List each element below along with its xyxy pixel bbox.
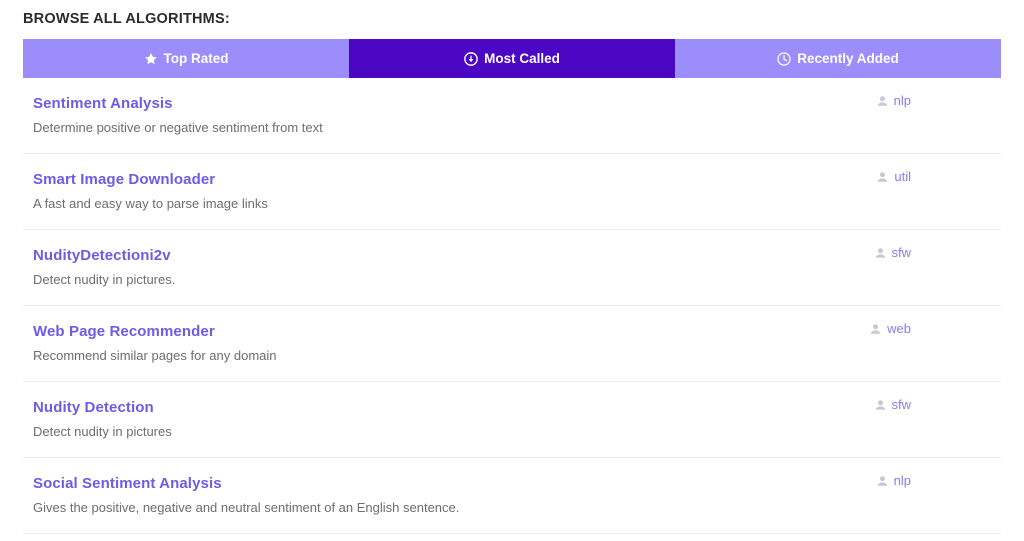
tab-most-called[interactable]: Most Called bbox=[349, 39, 675, 78]
list-item[interactable]: Smart Image Downloader A fast and easy w… bbox=[23, 154, 1001, 230]
star-icon bbox=[144, 52, 158, 66]
algorithm-author-link[interactable]: nlp bbox=[894, 474, 911, 488]
user-icon bbox=[876, 95, 889, 108]
user-icon bbox=[876, 475, 889, 488]
algorithm-author[interactable]: sfw bbox=[874, 246, 912, 260]
tab-recently-added-label: Recently Added bbox=[797, 50, 899, 66]
list-item[interactable]: Sentiment Analysis Determine positive or… bbox=[23, 78, 1001, 154]
algorithm-sort-tabs: Top Rated Most Called Recently Added bbox=[23, 39, 1001, 78]
tab-most-called-label: Most Called bbox=[484, 50, 560, 66]
algorithm-title-link[interactable]: Nudity Detection bbox=[33, 399, 801, 417]
algorithm-description: Detect nudity in pictures bbox=[33, 424, 172, 439]
algorithm-author[interactable]: util bbox=[876, 170, 911, 184]
list-item[interactable]: Social Sentiment Analysis Gives the posi… bbox=[23, 458, 1001, 534]
list-item[interactable]: Web Page Recommender Recommend similar p… bbox=[23, 306, 1001, 382]
algorithm-author[interactable]: nlp bbox=[876, 94, 911, 108]
algorithm-summary: Web Page Recommender Recommend similar p… bbox=[33, 306, 801, 364]
algorithm-summary: Social Sentiment Analysis Gives the posi… bbox=[33, 458, 801, 516]
algorithm-summary: Smart Image Downloader A fast and easy w… bbox=[33, 154, 801, 212]
algorithm-title-link[interactable]: Social Sentiment Analysis bbox=[33, 475, 801, 493]
algorithm-description: Determine positive or negative sentiment… bbox=[33, 120, 323, 135]
algorithm-author-link[interactable]: sfw bbox=[892, 398, 912, 412]
algorithm-summary: Sentiment Analysis Determine positive or… bbox=[33, 78, 801, 136]
algorithm-title-link[interactable]: NudityDetectioni2v bbox=[33, 247, 801, 265]
algorithm-author-link[interactable]: nlp bbox=[894, 94, 911, 108]
algorithm-author-link[interactable]: web bbox=[887, 322, 911, 336]
algorithm-author[interactable]: sfw bbox=[874, 398, 912, 412]
circle-down-arrow-icon bbox=[464, 51, 478, 66]
algorithm-list: Sentiment Analysis Determine positive or… bbox=[23, 78, 1001, 534]
algorithm-description: Gives the positive, negative and neutral… bbox=[33, 500, 460, 515]
algorithm-title-link[interactable]: Smart Image Downloader bbox=[33, 171, 801, 189]
tab-top-rated-label: Top Rated bbox=[163, 50, 229, 66]
algorithm-title-link[interactable]: Web Page Recommender bbox=[33, 323, 801, 341]
tab-recently-added[interactable]: Recently Added bbox=[675, 39, 1001, 78]
algorithm-summary: NudityDetectioni2v Detect nudity in pict… bbox=[33, 230, 801, 288]
user-icon bbox=[876, 171, 889, 184]
algorithm-author[interactable]: web bbox=[869, 322, 911, 336]
tab-top-rated[interactable]: Top Rated bbox=[23, 39, 349, 78]
algorithm-description: Detect nudity in pictures. bbox=[33, 272, 176, 287]
algorithm-title-link[interactable]: Sentiment Analysis bbox=[33, 95, 801, 113]
list-item[interactable]: NudityDetectioni2v Detect nudity in pict… bbox=[23, 230, 1001, 306]
page-title: BROWSE ALL ALGORITHMS: bbox=[23, 11, 230, 27]
user-icon bbox=[874, 399, 887, 412]
algorithm-author[interactable]: nlp bbox=[876, 474, 911, 488]
algorithm-description: A fast and easy way to parse image links bbox=[33, 196, 268, 211]
browse-algorithms-page: BROWSE ALL ALGORITHMS: Top Rated Most Ca… bbox=[0, 0, 1024, 541]
algorithm-summary: Nudity Detection Detect nudity in pictur… bbox=[33, 382, 801, 440]
user-icon bbox=[869, 323, 882, 336]
clock-icon bbox=[777, 51, 791, 66]
algorithm-author-link[interactable]: util bbox=[894, 170, 911, 184]
algorithm-author-link[interactable]: sfw bbox=[892, 246, 912, 260]
list-item[interactable]: Nudity Detection Detect nudity in pictur… bbox=[23, 382, 1001, 458]
user-icon bbox=[874, 247, 887, 260]
algorithm-description: Recommend similar pages for any domain bbox=[33, 348, 277, 363]
